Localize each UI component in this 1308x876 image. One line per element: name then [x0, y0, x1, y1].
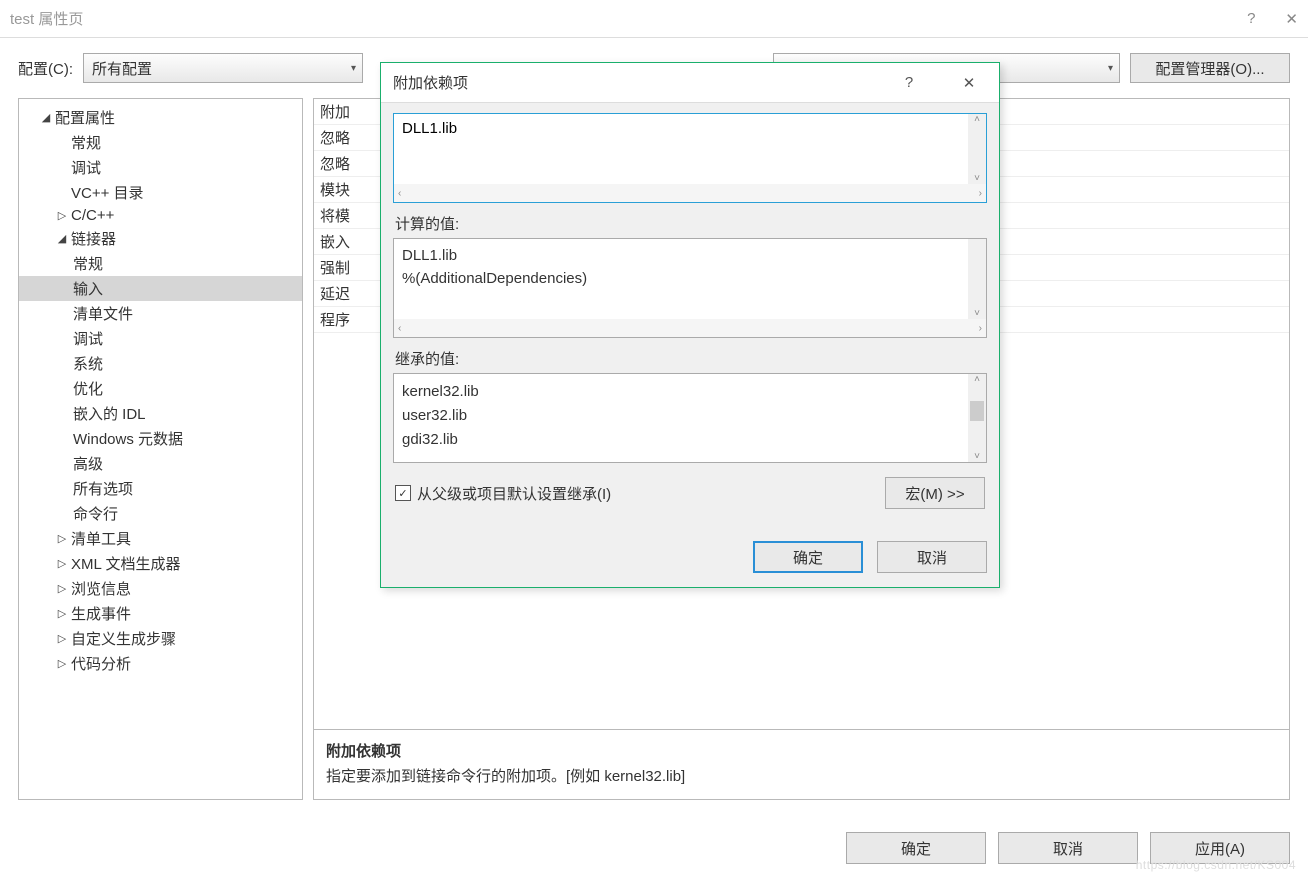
- description-box: 附加依赖项 指定要添加到链接命令行的附加项。[例如 kernel32.lib]: [313, 730, 1290, 800]
- macro-button[interactable]: 宏(M) >>: [885, 477, 985, 509]
- scroll-left-icon: ‹: [398, 323, 401, 334]
- close-icon[interactable]: ✕: [1285, 10, 1298, 28]
- tree-item[interactable]: Windows 元数据: [19, 426, 302, 451]
- scroll-down-icon: ˅: [974, 173, 980, 184]
- scroll-left-icon: ‹: [398, 188, 401, 199]
- caret-right-icon: ▷: [55, 532, 69, 545]
- chevron-down-icon: ▾: [1108, 63, 1113, 74]
- tree-item[interactable]: 嵌入的 IDL: [19, 401, 302, 426]
- scroll-right-icon: ›: [979, 323, 982, 334]
- ok-button[interactable]: 确定: [753, 541, 863, 573]
- computed-content: DLL1.lib %(AdditionalDependencies): [394, 239, 986, 319]
- dependencies-input[interactable]: [394, 114, 968, 184]
- scroll-up-icon: ˄: [974, 114, 980, 125]
- tree-item[interactable]: 清单文件: [19, 301, 302, 326]
- inherit-row: ✓ 从父级或项目默认设置继承(I) 宏(M) >>: [395, 477, 985, 509]
- inherited-value: user32.lib: [402, 404, 960, 428]
- caret-right-icon: ▷: [55, 209, 69, 222]
- tree-item[interactable]: 高级: [19, 451, 302, 476]
- tree-item[interactable]: 命令行: [19, 501, 302, 526]
- horizontal-scrollbar[interactable]: ‹ ›: [394, 184, 986, 202]
- config-dropdown[interactable]: 所有配置 ▾: [83, 53, 363, 83]
- scroll-right-icon: ›: [979, 188, 982, 199]
- tree-item[interactable]: ▷代码分析: [19, 651, 302, 676]
- dialog-titlebar[interactable]: 附加依赖项 ? ✕: [381, 63, 999, 103]
- caret-right-icon: ▷: [55, 557, 69, 570]
- tree-item[interactable]: 优化: [19, 376, 302, 401]
- dialog-title: 附加依赖项: [393, 72, 891, 93]
- inherited-content: kernel32.lib user32.lib gdi32.lib: [394, 374, 968, 462]
- description-text: 指定要添加到链接命令行的附加项。[例如 kernel32.lib]: [326, 765, 1277, 786]
- tree-root[interactable]: ◢配置属性: [19, 105, 302, 130]
- scroll-down-icon: ˅: [974, 308, 980, 319]
- tree-item-cpp[interactable]: ▷C/C++: [19, 205, 302, 226]
- caret-down-icon: ◢: [39, 111, 53, 124]
- tree-item[interactable]: VC++ 目录: [19, 180, 302, 205]
- vertical-scrollbar[interactable]: ˄ ˅: [968, 114, 986, 184]
- inherited-value: kernel32.lib: [402, 380, 960, 404]
- computed-box: DLL1.lib %(AdditionalDependencies) ˅ ‹ ›: [393, 238, 987, 338]
- description-title: 附加依赖项: [326, 740, 1277, 761]
- inherit-checkbox-label: 从父级或项目默认设置继承(I): [417, 483, 611, 504]
- help-icon[interactable]: ?: [1247, 10, 1255, 28]
- tree-item[interactable]: ▷浏览信息: [19, 576, 302, 601]
- scroll-thumb[interactable]: [970, 401, 984, 421]
- tree-item[interactable]: ▷清单工具: [19, 526, 302, 551]
- cancel-button[interactable]: 取消: [877, 541, 987, 573]
- close-icon[interactable]: ✕: [951, 74, 987, 92]
- chevron-down-icon: ▾: [351, 63, 356, 74]
- tree-item[interactable]: ▷生成事件: [19, 601, 302, 626]
- edit-box: ˄ ˅ ‹ ›: [393, 113, 987, 203]
- tree-item[interactable]: 系统: [19, 351, 302, 376]
- tree-item[interactable]: 常规: [19, 251, 302, 276]
- tree-panel[interactable]: ◢配置属性 常规 调试 VC++ 目录 ▷C/C++ ◢链接器 常规 输入 清单…: [18, 98, 303, 800]
- config-label: 配置(C):: [18, 58, 73, 79]
- titlebar-icons: ? ✕: [1247, 10, 1298, 28]
- tree-item[interactable]: 调试: [19, 155, 302, 180]
- vertical-scrollbar[interactable]: ˄ ˅: [968, 374, 986, 462]
- scroll-up-icon: ˄: [974, 374, 980, 385]
- dialog-body: ˄ ˅ ‹ › 计算的值: DLL1.lib %(AdditionalDepen…: [381, 103, 999, 533]
- horizontal-scrollbar[interactable]: ‹ ›: [394, 319, 986, 337]
- window-title: test 属性页: [10, 8, 1247, 29]
- inherit-checkbox[interactable]: ✓: [395, 485, 411, 501]
- config-dropdown-value: 所有配置: [92, 58, 152, 79]
- tree-item-selected[interactable]: 输入: [19, 276, 302, 301]
- tree-item[interactable]: 调试: [19, 326, 302, 351]
- inherited-value: gdi32.lib: [402, 428, 960, 452]
- computed-value: %(AdditionalDependencies): [402, 268, 978, 291]
- main-titlebar: test 属性页 ? ✕: [0, 0, 1308, 38]
- computed-value: DLL1.lib: [402, 245, 978, 268]
- caret-right-icon: ▷: [55, 607, 69, 620]
- scroll-down-icon: ˅: [974, 451, 980, 462]
- tree-item[interactable]: ▷自定义生成步骤: [19, 626, 302, 651]
- caret-right-icon: ▷: [55, 582, 69, 595]
- watermark: https://blog.csdn.net/KS004: [1136, 858, 1296, 872]
- help-icon[interactable]: ?: [891, 74, 927, 92]
- additional-dependencies-dialog: 附加依赖项 ? ✕ ˄ ˅ ‹ › 计算的值: DLL1.lib %(Addit…: [380, 62, 1000, 588]
- cancel-button[interactable]: 取消: [998, 832, 1138, 864]
- caret-right-icon: ▷: [55, 632, 69, 645]
- vertical-scrollbar[interactable]: ˅: [968, 239, 986, 319]
- tree-item-linker[interactable]: ◢链接器: [19, 226, 302, 251]
- inherited-label: 继承的值:: [395, 348, 985, 369]
- dialog-title-icons: ? ✕: [891, 74, 987, 92]
- config-manager-button[interactable]: 配置管理器(O)...: [1130, 53, 1290, 83]
- dialog-buttons: 确定 取消: [381, 533, 999, 587]
- inherited-box: kernel32.lib user32.lib gdi32.lib ˄ ˅: [393, 373, 987, 463]
- caret-down-icon: ◢: [55, 232, 69, 245]
- caret-right-icon: ▷: [55, 657, 69, 670]
- tree-item[interactable]: 常规: [19, 130, 302, 155]
- ok-button[interactable]: 确定: [846, 832, 986, 864]
- computed-label: 计算的值:: [395, 213, 985, 234]
- tree-item[interactable]: ▷XML 文档生成器: [19, 551, 302, 576]
- tree-item[interactable]: 所有选项: [19, 476, 302, 501]
